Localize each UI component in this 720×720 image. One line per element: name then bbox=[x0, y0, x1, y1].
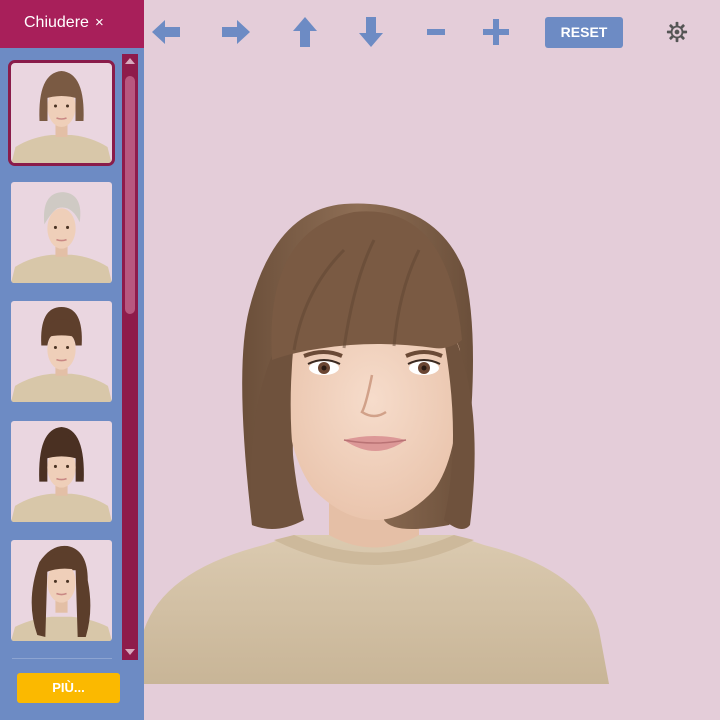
hairstyle-thumb-3[interactable] bbox=[11, 301, 112, 402]
arrow-up-icon bbox=[293, 17, 317, 47]
settings-button[interactable] bbox=[662, 14, 692, 50]
hairstyle-preview-image bbox=[11, 192, 112, 283]
hairstyle-preview-image bbox=[11, 307, 112, 402]
hairstyle-preview-image bbox=[11, 427, 112, 522]
hairstyle-preview[interactable] bbox=[144, 190, 614, 684]
hairstyle-thumb-1[interactable] bbox=[8, 60, 115, 166]
arrow-left-icon bbox=[152, 20, 180, 44]
zoom-out-button[interactable] bbox=[422, 14, 450, 50]
arrow-down-icon bbox=[359, 17, 383, 47]
close-icon: × bbox=[94, 14, 104, 31]
scrollbar-thumb[interactable] bbox=[125, 76, 135, 314]
move-left-button[interactable] bbox=[148, 14, 184, 50]
move-up-button[interactable] bbox=[288, 14, 322, 50]
hairstyle-preview-image bbox=[11, 71, 112, 163]
hairstyle-thumb-5[interactable] bbox=[11, 540, 112, 641]
hairstyle-thumb-2[interactable] bbox=[11, 182, 112, 283]
move-down-button[interactable] bbox=[354, 14, 388, 50]
reset-button[interactable]: RESET bbox=[545, 17, 623, 48]
more-styles-button[interactable]: PIÙ... bbox=[17, 673, 120, 703]
hairstyle-preview-image bbox=[11, 545, 112, 641]
thumbnail-scrollbar[interactable] bbox=[122, 54, 138, 660]
arrow-right-icon bbox=[222, 20, 250, 44]
zoom-in-button[interactable] bbox=[480, 14, 512, 50]
move-right-button[interactable] bbox=[218, 14, 254, 50]
model-with-hairstyle-image bbox=[144, 203, 609, 684]
scroll-up-arrow-icon[interactable] bbox=[125, 58, 135, 64]
sidebar-divider bbox=[12, 658, 112, 659]
close-label: Chiudere bbox=[24, 14, 89, 31]
plus-icon bbox=[483, 19, 509, 45]
hairstyle-thumb-4[interactable] bbox=[11, 421, 112, 522]
close-sidebar-button[interactable]: Chiudere × bbox=[0, 0, 144, 48]
minus-icon bbox=[427, 29, 445, 35]
gear-icon bbox=[666, 21, 688, 43]
scroll-down-arrow-icon[interactable] bbox=[125, 649, 135, 655]
sidebar: Chiudere × PIÙ... bbox=[0, 0, 144, 720]
